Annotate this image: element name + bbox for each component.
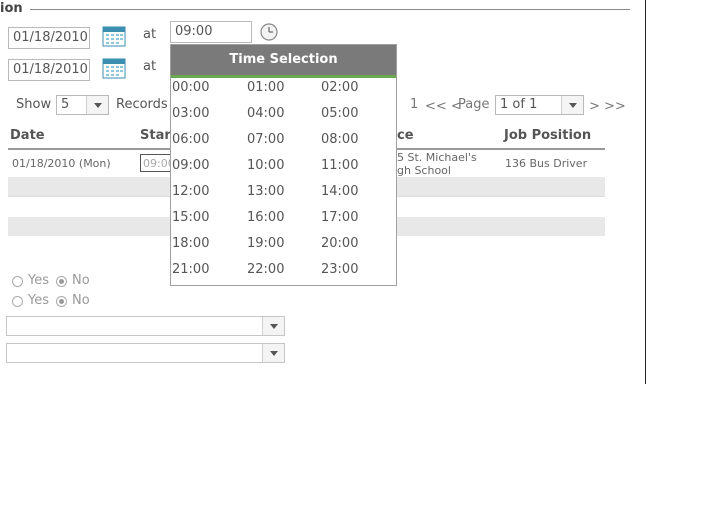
time-slot-2200[interactable]: 22:00 <box>247 262 284 277</box>
time-slot-1900[interactable]: 19:00 <box>247 236 284 251</box>
records-label: Records <box>116 97 168 112</box>
time-slot-1100[interactable]: 11:00 <box>321 158 358 173</box>
row-job-position: 136 Bus Driver <box>505 157 588 170</box>
yes-radio[interactable] <box>12 296 23 307</box>
popup-accent-bar <box>171 75 396 78</box>
calendar-icon[interactable] <box>102 25 126 47</box>
time-slot-0200[interactable]: 02:00 <box>321 80 358 95</box>
time-selection-title: Time Selection <box>171 45 396 75</box>
column-header-job-position[interactable]: Job Position <box>504 128 591 143</box>
page-size-value: 5 <box>61 97 70 112</box>
end-date-input[interactable]: 01/18/2010 <box>8 59 90 81</box>
page-select[interactable]: 1 of 1 <box>495 95 584 115</box>
yes-radio-label: Yes <box>28 293 49 308</box>
chevron-down-icon <box>561 96 583 114</box>
page-size-select[interactable]: 5 <box>56 95 109 115</box>
start-time-input[interactable]: 09:00 <box>170 21 252 43</box>
time-slot-1500[interactable]: 15:00 <box>172 210 209 225</box>
row-start-time-input[interactable]: 09:00 <box>140 154 175 172</box>
time-slot-0400[interactable]: 04:00 <box>247 106 284 121</box>
row-place-line1: 5 St. Michael's <box>397 151 477 164</box>
row-date: 01/18/2010 (Mon) <box>12 157 111 170</box>
chevron-down-icon <box>86 96 108 114</box>
no-radio-label: No <box>72 273 90 288</box>
time-slot-1200[interactable]: 12:00 <box>172 184 209 199</box>
time-slot-0600[interactable]: 06:00 <box>172 132 209 147</box>
no-radio-label: No <box>72 293 90 308</box>
time-slot-1000[interactable]: 10:00 <box>247 158 284 173</box>
time-slot-2000[interactable]: 20:00 <box>321 236 358 251</box>
dropdown-select[interactable] <box>6 316 285 336</box>
time-slot-0800[interactable]: 08:00 <box>321 132 358 147</box>
time-selection-popup: Time Selection 00:00 01:00 02:00 03:00 04:00… <box>170 44 397 286</box>
end-at-label: at <box>143 59 157 74</box>
start-date-input[interactable]: 01/18/2010 <box>8 27 90 49</box>
pager-page-label: Page <box>458 97 490 112</box>
time-slot-0900[interactable]: 09:00 <box>172 158 209 173</box>
chevron-down-icon <box>262 317 284 335</box>
column-header-date[interactable]: Date <box>10 128 45 143</box>
column-header-start[interactable]: Star <box>140 128 171 143</box>
start-at-label: at <box>143 27 157 42</box>
yes-radio-label: Yes <box>28 273 49 288</box>
no-radio[interactable] <box>56 296 67 307</box>
pager-next-last[interactable]: > >> <box>589 99 626 114</box>
row-place-line2: gh School <box>397 164 451 177</box>
yes-radio[interactable] <box>12 276 23 287</box>
time-slot-2300[interactable]: 23:00 <box>321 262 358 277</box>
time-slot-1800[interactable]: 18:00 <box>172 236 209 251</box>
time-slot-0300[interactable]: 03:00 <box>172 106 209 121</box>
time-slot-1300[interactable]: 13:00 <box>247 184 284 199</box>
time-slot-1400[interactable]: 14:00 <box>321 184 358 199</box>
time-slot-2100[interactable]: 21:00 <box>172 262 209 277</box>
clock-icon[interactable] <box>260 23 278 41</box>
time-slot-0100[interactable]: 01:00 <box>247 80 284 95</box>
time-slot-0500[interactable]: 05:00 <box>321 106 358 121</box>
no-radio[interactable] <box>56 276 67 287</box>
section-divider <box>30 9 630 10</box>
time-slot-0700[interactable]: 07:00 <box>247 132 284 147</box>
page-select-value: 1 of 1 <box>500 97 538 112</box>
calendar-icon[interactable] <box>102 57 126 79</box>
time-slot-0000[interactable]: 00:00 <box>172 80 209 95</box>
section-title: ion <box>0 1 23 16</box>
time-slot-1700[interactable]: 17:00 <box>321 210 358 225</box>
pager-current: 1 <box>410 97 419 112</box>
time-slot-1600[interactable]: 16:00 <box>247 210 284 225</box>
dropdown-select[interactable] <box>6 343 285 363</box>
show-label: Show <box>16 97 52 112</box>
column-header-place[interactable]: ce <box>397 128 414 143</box>
chevron-down-icon <box>262 344 284 362</box>
pager-first-prev[interactable]: << < <box>425 99 462 114</box>
panel-border <box>645 0 646 384</box>
